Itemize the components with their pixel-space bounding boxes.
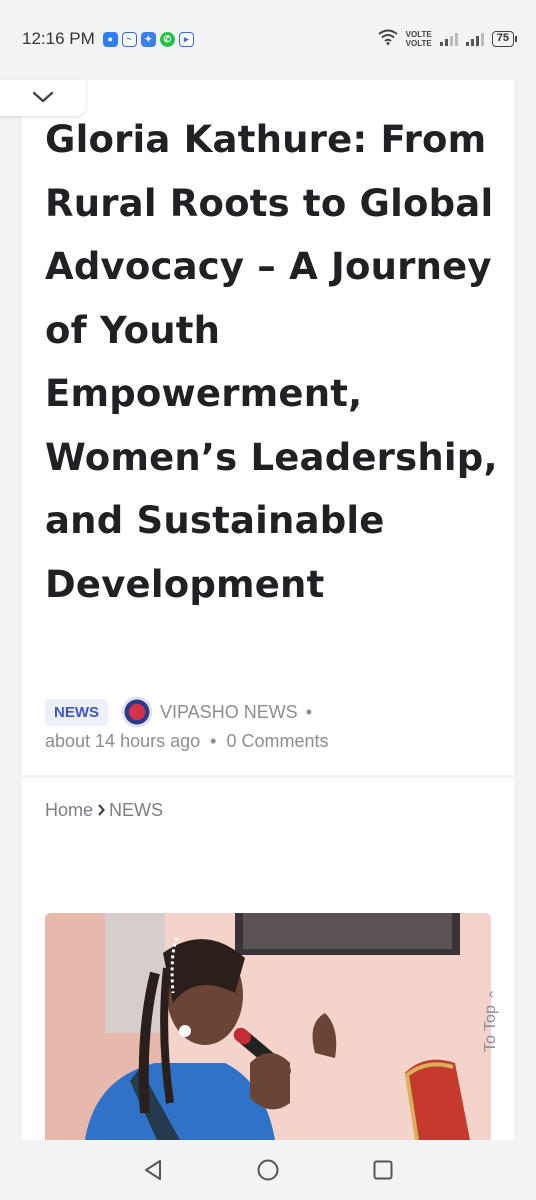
category-badge[interactable]: NEWS bbox=[45, 698, 108, 726]
volte-label-1: VOLTE bbox=[405, 30, 432, 39]
system-nav-bar bbox=[0, 1140, 536, 1200]
article-body-card: Home NEWS bbox=[22, 778, 514, 1140]
featured-image bbox=[45, 913, 491, 1140]
app-icon: ✦ bbox=[140, 31, 156, 47]
whatsapp-icon: ✆ bbox=[159, 31, 175, 47]
article-meta-secondary: about 14 hours ago • 0 Comments bbox=[45, 728, 329, 754]
article-title: Gloria Kathure: From Rural Roots to Glob… bbox=[45, 118, 498, 606]
breadcrumb-current[interactable]: NEWS bbox=[109, 800, 163, 821]
collapse-toggle[interactable] bbox=[0, 80, 86, 116]
to-top-button[interactable]: To Top ‹ bbox=[482, 985, 500, 1052]
status-bar: 12:16 PM ● ~ ✦ ✆ ▸ VOLTE VOLTE 75 bbox=[0, 0, 536, 78]
messenger-icon: ~ bbox=[121, 31, 137, 47]
breadcrumb: Home NEWS bbox=[45, 800, 163, 821]
youtube-icon: ▸ bbox=[178, 31, 194, 47]
meta-separator: • bbox=[305, 701, 313, 722]
volte-label-2: VOLTE bbox=[405, 39, 432, 48]
comments-link[interactable]: 0 Comments bbox=[226, 731, 328, 752]
author-avatar[interactable] bbox=[122, 697, 152, 727]
article-meta: NEWS VIPASHO NEWS • bbox=[45, 697, 312, 727]
battery-icon: 75 bbox=[491, 31, 518, 47]
signal-2-icon bbox=[465, 32, 484, 46]
chevron-right-icon bbox=[97, 803, 105, 819]
breadcrumb-home[interactable]: Home bbox=[45, 800, 93, 821]
messages-icon: ● bbox=[102, 31, 118, 47]
wifi-icon bbox=[378, 29, 398, 50]
notification-icons: ● ~ ✦ ✆ ▸ bbox=[102, 31, 194, 47]
status-right: VOLTE VOLTE 75 bbox=[378, 29, 518, 50]
article-header-card: Gloria Kathure: From Rural Roots to Glob… bbox=[22, 80, 514, 775]
chevron-down-icon bbox=[32, 89, 54, 108]
signal-1-icon bbox=[439, 32, 458, 46]
status-time: 12:16 PM bbox=[22, 29, 95, 48]
recents-button[interactable] bbox=[368, 1155, 398, 1185]
author-name[interactable]: VIPASHO NEWS bbox=[160, 702, 298, 723]
volte-indicator: VOLTE VOLTE bbox=[406, 30, 432, 48]
publish-time: about 14 hours ago bbox=[45, 730, 201, 751]
back-button[interactable] bbox=[138, 1155, 168, 1185]
to-top-label: To Top bbox=[482, 1005, 499, 1052]
meta-separator: • bbox=[210, 730, 217, 751]
chevron-up-icon: ‹ bbox=[488, 985, 494, 1003]
home-button[interactable] bbox=[253, 1155, 283, 1185]
